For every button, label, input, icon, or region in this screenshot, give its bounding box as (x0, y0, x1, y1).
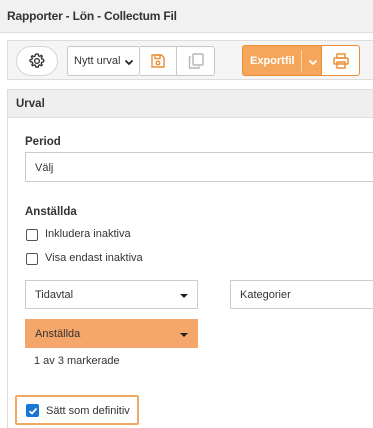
period-value: Välj (35, 162, 54, 174)
selection-dropdown[interactable]: Nytt urval (67, 46, 140, 76)
kategorier-dropdown[interactable]: Kategorier (230, 280, 373, 309)
kategorier-label: Kategorier (240, 289, 291, 301)
export-label: Exportfil (250, 55, 295, 67)
copy-icon (188, 53, 204, 69)
tidavtal-dropdown[interactable]: Tidavtal (25, 280, 198, 309)
caret-down-icon (180, 294, 188, 298)
include-inactive-label: Inkludera inaktiva (45, 228, 131, 240)
tidavtal-label: Tidavtal (35, 289, 74, 301)
chevron-down-icon[interactable] (307, 56, 319, 68)
export-button[interactable]: Exportfil (242, 45, 322, 76)
show-only-inactive-label: Visa endast inaktiva (45, 252, 143, 264)
page-title: Rapporter - Lön - Collectum Fil (7, 9, 177, 23)
selected-count-text: 1 av 3 markerade (34, 355, 120, 367)
definitive-label: Sätt som definitiv (46, 405, 130, 417)
save-button[interactable] (140, 46, 177, 76)
title-bar: Rapporter - Lön - Collectum Fil (0, 0, 373, 33)
period-select[interactable]: Välj (25, 152, 373, 182)
employees-label: Anställda (25, 206, 77, 218)
export-separator (301, 50, 302, 72)
anstallda-dropdown[interactable]: Anställda (25, 319, 198, 348)
copy-button[interactable] (177, 46, 215, 76)
settings-button[interactable] (16, 46, 58, 76)
printer-icon (332, 52, 349, 69)
section-title: Urval (16, 98, 45, 110)
definitive-option[interactable]: Sätt som definitiv (15, 395, 139, 425)
section-header: Urval (7, 89, 373, 118)
gear-icon (29, 53, 45, 68)
period-label: Period (25, 136, 61, 148)
checkmark-icon (28, 407, 37, 415)
anstallda-dropdown-label: Anställda (35, 328, 81, 340)
definitive-checkbox[interactable] (26, 404, 39, 417)
selection-value: Nytt urval (74, 55, 121, 67)
include-inactive-checkbox[interactable] (26, 229, 38, 241)
chevron-down-icon (124, 59, 134, 66)
print-button[interactable] (322, 45, 360, 76)
show-only-inactive-checkbox[interactable] (26, 253, 38, 265)
save-icon (151, 54, 165, 68)
caret-down-icon (180, 333, 188, 337)
